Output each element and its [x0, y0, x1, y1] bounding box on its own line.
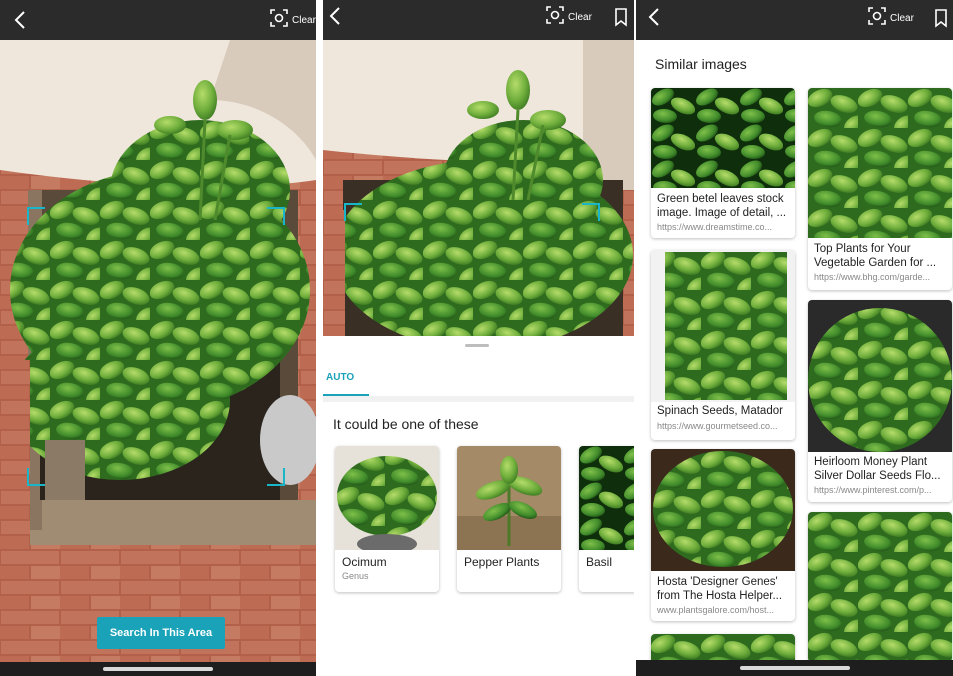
crop-corner-top-left[interactable]: [27, 207, 45, 225]
similar-image-url: https://www.gourmetseed.co...: [657, 421, 778, 431]
crop-corner-bottom-left[interactable]: [27, 468, 45, 486]
home-indicator[interactable]: [103, 667, 213, 671]
similar-image-thumbnail: [651, 250, 795, 402]
similar-image-title-line1: Spinach Seeds, Matador: [657, 405, 783, 417]
system-nav-bar: [636, 660, 953, 676]
similar-image-title-line2: Vegetable Garden for ...: [814, 257, 937, 269]
clear-button[interactable]: Clear: [270, 8, 316, 32]
section-title: Similar images: [655, 56, 747, 72]
similar-image-url: https://www.bhg.com/garde...: [814, 272, 931, 282]
top-bar: Clear: [0, 0, 316, 40]
clear-button[interactable]: Clear: [546, 5, 592, 29]
result-name: Basil: [586, 555, 613, 569]
bookmark-icon[interactable]: [933, 8, 949, 28]
similar-image-card[interactable]: [808, 512, 952, 662]
similar-image-title-line2: Silver Dollar Seeds Flo...: [814, 470, 941, 482]
bookmark-icon[interactable]: [613, 7, 629, 27]
clear-button[interactable]: Clear: [868, 6, 914, 30]
similar-image-card[interactable]: Green betel leaves stock image. Image of…: [651, 88, 795, 238]
lens-icon: [868, 6, 886, 30]
similar-image-url: https://www.pinterest.com/p...: [814, 485, 932, 495]
divider: [323, 396, 634, 402]
plant-photo: [0, 40, 316, 664]
crop-corner-top-right[interactable]: [267, 207, 285, 225]
system-nav-bar: [0, 662, 316, 676]
camera-view-panel: Clear Search In This Area: [0, 0, 316, 676]
similar-image-title-line1: Hosta 'Designer Genes': [657, 576, 778, 588]
similar-image-card[interactable]: Heirloom Money Plant Silver Dollar Seeds…: [808, 300, 952, 502]
result-name: Ocimum: [342, 555, 387, 569]
results-sheet: AUTO It could be one of these Ocimum Gen…: [323, 336, 634, 676]
similar-image-title-line1: Green betel leaves stock: [657, 193, 784, 205]
results-panel: Clear AUTO It could be one of these Ocim…: [323, 0, 634, 676]
result-subtitle: Genus: [342, 571, 369, 581]
similar-image-title-line2: from The Hosta Helper...: [657, 590, 783, 602]
clear-label: Clear: [568, 11, 592, 23]
sheet-drag-handle[interactable]: [465, 344, 489, 347]
result-thumbnail: [335, 446, 439, 550]
similar-image-thumbnail: [808, 300, 952, 452]
top-bar: Clear: [636, 0, 953, 40]
back-arrow-icon[interactable]: [644, 5, 666, 29]
similar-image-title-line1: Top Plants for Your: [814, 243, 911, 255]
similar-image-title-line2: image. Image of detail, ...: [657, 207, 787, 219]
crop-corner-top-right[interactable]: [582, 203, 600, 221]
home-indicator[interactable]: [739, 666, 850, 670]
back-arrow-icon[interactable]: [325, 4, 347, 28]
back-arrow-icon[interactable]: [10, 8, 32, 32]
result-card-ocimum[interactable]: Ocimum Genus: [335, 446, 439, 592]
similar-image-card[interactable]: Hosta 'Designer Genes' from The Hosta He…: [651, 449, 795, 621]
top-bar: Clear: [323, 0, 634, 40]
result-thumbnail: [579, 446, 634, 550]
similar-image-url: https://www.dreamstime.co...: [657, 222, 773, 232]
similar-image-thumbnail: [651, 88, 795, 188]
similar-image-thumbnail: [808, 88, 952, 238]
similar-image-title-line1: Heirloom Money Plant: [814, 456, 928, 468]
search-in-this-area-button[interactable]: Search In This Area: [97, 617, 225, 649]
similar-image-card[interactable]: Top Plants for Your Vegetable Garden for…: [808, 88, 952, 290]
result-card-basil[interactable]: Basil: [579, 446, 634, 592]
clear-label: Clear: [292, 14, 316, 26]
results-carousel[interactable]: Ocimum Genus Pepper Plants Basil: [335, 446, 634, 596]
section-title: It could be one of these: [333, 416, 479, 432]
result-name: Pepper Plants: [464, 555, 540, 569]
result-thumbnail: [457, 446, 561, 550]
lens-icon: [546, 5, 564, 29]
similar-image-url: www.plantsgalore.com/host...: [657, 605, 775, 615]
similar-images-panel: Clear Similar images Green betel leaves …: [636, 0, 953, 676]
crop-corner-bottom-right[interactable]: [267, 468, 285, 486]
result-card-pepper-plants[interactable]: Pepper Plants: [457, 446, 561, 592]
plant-photo-cropped: [323, 40, 634, 336]
tab-auto[interactable]: AUTO: [326, 372, 354, 383]
lens-icon: [270, 8, 288, 32]
similar-image-card[interactable]: Spinach Seeds, Matador https://www.gourm…: [651, 250, 795, 440]
crop-corner-top-left[interactable]: [344, 203, 362, 221]
clear-label: Clear: [890, 12, 914, 24]
similar-image-thumbnail: [808, 512, 952, 662]
similar-image-thumbnail: [651, 449, 795, 571]
